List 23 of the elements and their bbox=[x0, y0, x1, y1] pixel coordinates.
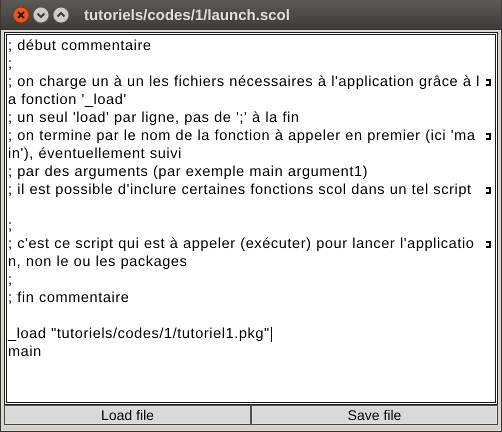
load-file-button[interactable]: Load file bbox=[4, 405, 251, 425]
code-line: n, non le ou les packages bbox=[8, 253, 188, 271]
code-line: ; bbox=[8, 271, 13, 289]
text-editor[interactable] bbox=[4, 32, 498, 405]
code-line: main bbox=[8, 343, 42, 361]
code-line: in'), éventuellement suivi bbox=[8, 145, 182, 163]
code-line: ; fin commentaire bbox=[8, 289, 130, 307]
code-line: ; un seul 'load' par ligne, pas de ';' à la fin bbox=[8, 109, 300, 127]
code-line: ; bbox=[8, 55, 13, 73]
code-line: ; c'est ce script qui est à appeler (exécuter) pour lancer l'applicatio bbox=[8, 235, 474, 253]
code-line: _load "tutoriels/codes/1/tutoriel1.pkg" bbox=[8, 325, 270, 343]
code-line: ; on charge un à un les fichiers nécessaires à l'application grâce à l bbox=[8, 73, 480, 91]
close-icon[interactable] bbox=[12, 6, 30, 24]
minimize-icon[interactable] bbox=[32, 6, 50, 24]
window-title: tutoriels/codes/1/launch.scol bbox=[84, 6, 290, 24]
code-line: ; début commentaire bbox=[8, 37, 152, 55]
code-line: ; par des arguments (par exemple main argument1) bbox=[8, 163, 368, 181]
maximize-icon[interactable] bbox=[52, 6, 70, 24]
code-line: ; on termine par le nom de la fonction à appeler en premier (ici 'ma bbox=[8, 127, 476, 145]
code-line: ; il est possible d'inclure certaines fonctions scol dans un tel script bbox=[8, 181, 472, 199]
code-line: a fonction '_load' bbox=[8, 91, 127, 109]
code-line: ; bbox=[8, 217, 13, 235]
save-file-button[interactable]: Save file bbox=[251, 405, 498, 425]
